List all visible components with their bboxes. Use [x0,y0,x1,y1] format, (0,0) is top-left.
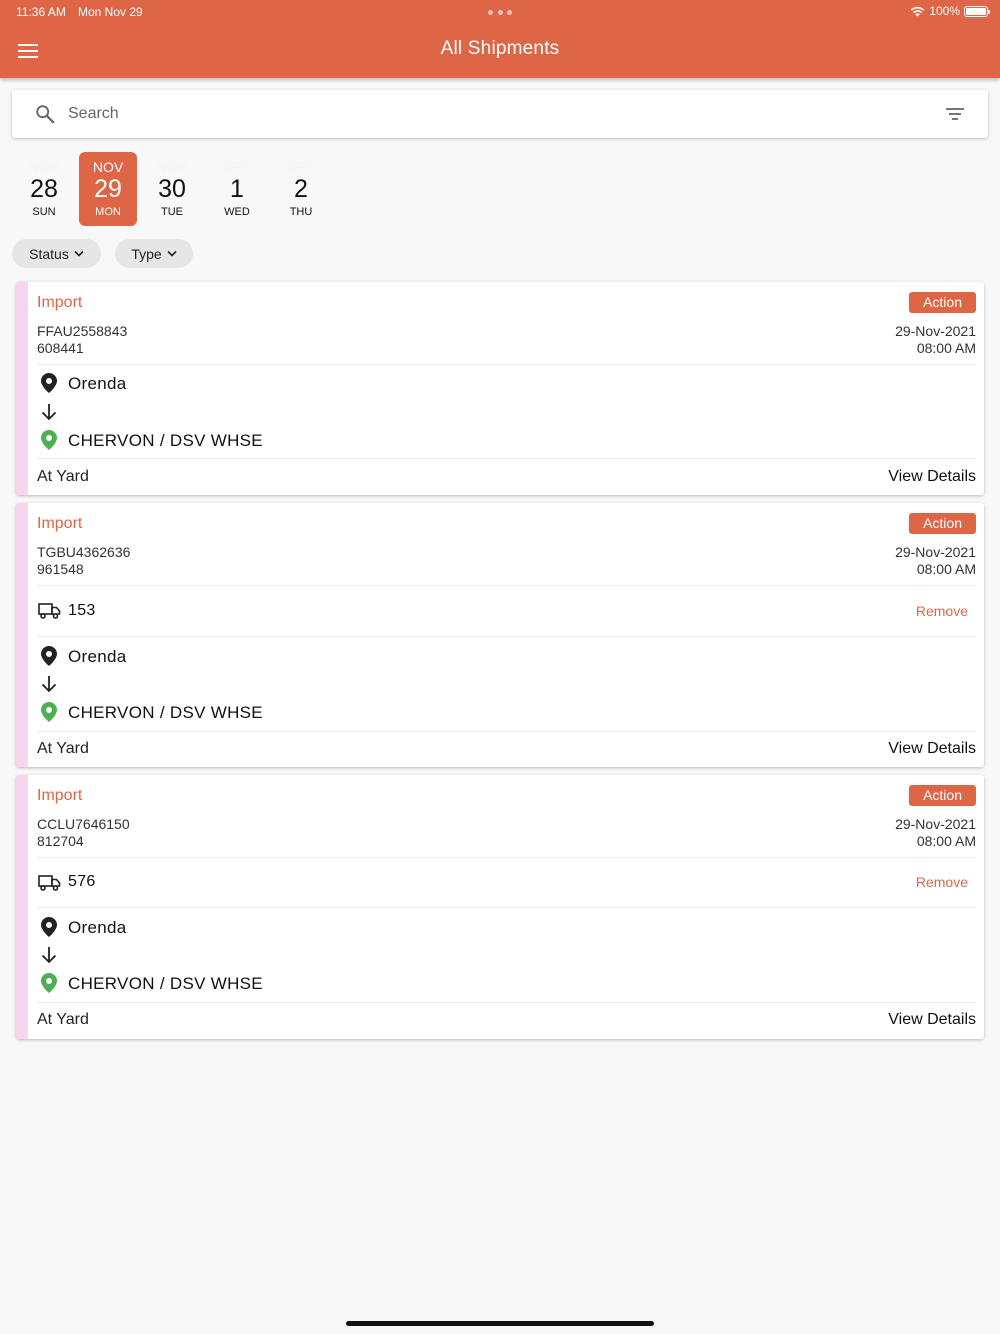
action-button[interactable]: Action [909,513,976,534]
origin-location: Orenda [68,374,127,393]
type-filter-chip[interactable]: Type [115,239,193,268]
divider [37,1002,976,1003]
search-bar [12,90,988,138]
shipment-type: Import [37,294,83,311]
multitasking-dots-icon[interactable] [488,10,512,16]
shipment-status: At Yard [37,468,89,485]
view-details-link[interactable]: View Details [888,468,976,486]
divider [37,907,976,908]
date-day: 28 [30,175,58,203]
date-month: NOV [92,159,124,175]
status-filter-chip[interactable]: Status [12,239,101,268]
date-weekday: WED [224,206,250,218]
shipment-date: 29-Nov-2021 [895,323,976,339]
destination-location: CHERVON / DSV WHSE [68,974,263,993]
divider [37,731,976,732]
divider [37,364,976,365]
date-month: NOV [28,159,60,175]
view-details-link[interactable]: View Details [888,740,976,758]
date-weekday: SUN [32,206,56,218]
arrow-down-icon [37,943,61,967]
date-day: 1 [230,175,244,203]
date-weekday: TUE [161,206,183,218]
remove-button[interactable]: Remove [916,603,968,619]
status-time: 11:36 AM [16,5,66,19]
remove-button[interactable]: Remove [916,874,968,890]
shipment-time: 08:00 AM [916,833,976,849]
date-month: DEC [222,159,252,175]
reference-number: 961548 [37,561,84,577]
destination-pin-icon [37,700,61,724]
date-item[interactable]: DEC 1 WED [208,152,266,226]
arrow-down-icon [37,400,61,424]
page-title: All Shipments [440,38,560,59]
destination-location: CHERVON / DSV WHSE [68,431,263,450]
truck-icon [37,871,61,895]
view-details-link[interactable]: View Details [888,1011,976,1029]
truck-icon [37,599,61,623]
arrow-down-icon [37,672,61,696]
home-indicator[interactable] [346,1321,654,1326]
status-filter-label: Status [29,245,69,262]
container-number: CCLU7646150 [37,816,130,832]
origin-pin-icon [37,915,61,939]
container-number: TGBU4362636 [37,544,131,560]
date-day: 30 [158,175,186,203]
status-date: Mon Nov 29 [78,5,143,19]
shipment-date: 29-Nov-2021 [895,544,976,560]
date-month: NOV [156,159,188,175]
destination-pin-icon [37,428,61,452]
truck-number: 576 [68,873,96,890]
date-weekday: MON [95,206,121,218]
chevron-down-icon [74,250,84,257]
date-day: 2 [294,175,308,203]
shipment-time: 08:00 AM [916,561,976,577]
divider [37,458,976,459]
shipment-date: 29-Nov-2021 [895,816,976,832]
origin-location: Orenda [68,647,127,666]
shipment-type: Import [37,515,83,532]
battery-percent: 100% [929,4,960,18]
truck-number: 153 [68,602,96,619]
date-item-selected[interactable]: NOV 29 MON [79,152,137,226]
status-right: 100% [910,4,990,18]
reference-number: 812704 [37,833,84,849]
filter-icon[interactable] [944,104,966,124]
date-day: 29 [94,175,122,203]
date-item[interactable]: DEC 2 THU [272,152,330,226]
origin-location: Orenda [68,918,127,937]
app-bar: 11:36 AM Mon Nov 29 100% All Shipments [0,0,1000,78]
destination-pin-icon [37,971,61,995]
date-item[interactable]: NOV 30 TUE [143,152,201,226]
shipment-card[interactable]: Import Action CCLU7646150 812704 29-Nov-… [16,775,984,1039]
shipment-card[interactable]: Import Action TGBU4362636 961548 29-Nov-… [16,503,984,767]
shipment-card[interactable]: Import Action FFAU2558843 608441 29-Nov-… [16,282,984,495]
destination-location: CHERVON / DSV WHSE [68,703,263,722]
battery-icon [964,5,990,17]
action-button[interactable]: Action [909,292,976,313]
action-button[interactable]: Action [909,785,976,806]
date-month: DEC [286,159,316,175]
search-input[interactable] [68,98,928,130]
origin-pin-icon [37,371,61,395]
container-number: FFAU2558843 [37,323,128,339]
date-weekday: THU [289,206,313,218]
shipment-status: At Yard [37,740,89,757]
divider [37,857,976,858]
divider [37,585,976,586]
divider [37,636,976,637]
shipment-time: 08:00 AM [916,340,976,356]
shipment-status: At Yard [37,1011,89,1028]
reference-number: 608441 [37,340,84,356]
wifi-icon [911,6,925,16]
shipment-type: Import [37,787,83,804]
chevron-down-icon [167,250,177,257]
date-item[interactable]: NOV 28 SUN [15,152,73,226]
type-filter-label: Type [131,245,162,262]
search-icon [36,105,55,124]
origin-pin-icon [37,644,61,668]
